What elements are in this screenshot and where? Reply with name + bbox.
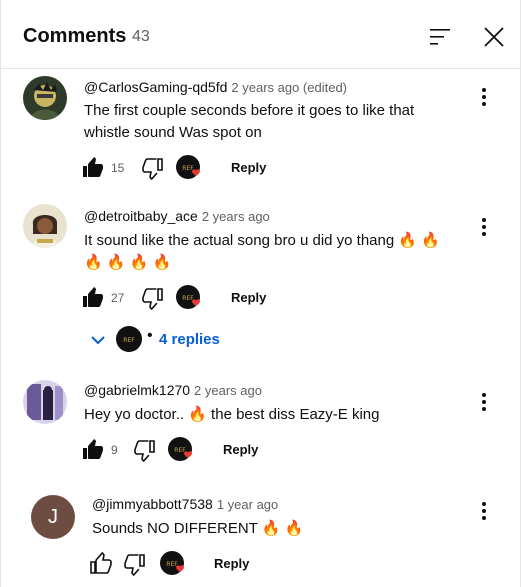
comment-time[interactable]: 2 years ago [202, 209, 270, 224]
comments-panel: Comments 43 @CarlosGaming-qd5fd 2 years … [0, 0, 521, 587]
thumbs-up-icon [90, 551, 112, 574]
reply-button[interactable]: Reply [214, 556, 249, 571]
comments-count: 43 [132, 28, 150, 45]
comment-header: @jimmyabbott7538 1 year ago [92, 496, 278, 512]
comment-header: @detroitbaby_ace 2 years ago [84, 208, 270, 224]
chevron-down-icon [91, 336, 105, 345]
dislike-button[interactable] [133, 438, 157, 467]
avatar[interactable] [23, 76, 67, 120]
comment-text: Hey yo doctor.. 🔥 the best diss Eazy-E k… [84, 406, 380, 423]
like-button[interactable] [81, 438, 105, 467]
comment-header: @CarlosGaming-qd5fd 2 years ago (edited) [84, 79, 347, 95]
thumbs-up-icon [83, 287, 103, 307]
comments-title: Comments [23, 25, 127, 47]
avatar[interactable]: J [31, 495, 75, 539]
comment-actions: 9 REF Reply [81, 436, 311, 466]
like-count: 9 [111, 443, 118, 457]
thumbs-down-icon [142, 288, 163, 311]
comment-author[interactable]: @jimmyabbott7538 [92, 496, 213, 512]
avatar[interactable] [23, 380, 67, 424]
reply-button[interactable]: Reply [231, 290, 266, 305]
avatar-image [23, 76, 67, 120]
comment-actions: 27 REF Reply [81, 284, 311, 314]
more-actions-button[interactable] [476, 215, 492, 241]
thumbs-up-icon [83, 439, 103, 459]
comment-author[interactable]: @detroitbaby_ace [84, 208, 198, 224]
like-button[interactable] [89, 551, 113, 581]
avatar-image [23, 380, 67, 424]
like-button[interactable] [81, 286, 105, 315]
avatar-image [23, 204, 67, 248]
comment-text: Sounds NO DIFFERENT 🔥 🔥 [92, 520, 304, 537]
close-icon [484, 27, 504, 47]
more-vert-icon [476, 218, 492, 236]
comment-actions: 15 REF Reply [81, 154, 311, 184]
replies-count-label: 4 replies [159, 331, 220, 348]
comment-text: The first couple seconds before it goes … [84, 102, 415, 141]
like-count: 15 [111, 161, 125, 175]
comment-actions: REF Reply [89, 550, 319, 580]
creator-heart-icon: REF [175, 154, 205, 184]
comment-time[interactable]: 2 years ago (edited) [231, 80, 347, 95]
dislike-button[interactable] [141, 156, 165, 185]
dislike-button[interactable] [123, 552, 147, 581]
creator-heart-icon: REF [175, 284, 205, 314]
more-actions-button[interactable] [476, 499, 492, 525]
comment-time[interactable]: 2 years ago [194, 383, 262, 398]
thumbs-down-icon [134, 440, 155, 463]
thumbs-up-icon [83, 157, 103, 177]
more-actions-button[interactable] [476, 85, 492, 111]
avatar[interactable] [23, 204, 67, 248]
comment-header: @gabrielmk1270 2 years ago [84, 382, 262, 398]
comments-header: Comments 43 [1, 0, 521, 69]
close-button[interactable] [481, 24, 507, 50]
replies-separator: • [147, 327, 153, 344]
reply-button[interactable]: Reply [231, 160, 266, 175]
dislike-button[interactable] [141, 286, 165, 315]
thumbs-down-icon [124, 554, 145, 577]
like-count: 27 [111, 291, 125, 305]
svg-text:REF: REF [123, 337, 135, 344]
replies-toggle-button[interactable]: REF • 4 replies [89, 323, 289, 357]
comment-time[interactable]: 1 year ago [217, 497, 278, 512]
sort-icon [430, 29, 450, 45]
thumbs-down-icon [142, 158, 163, 181]
reply-button[interactable]: Reply [223, 442, 258, 457]
more-actions-button[interactable] [476, 390, 492, 416]
creator-avatar-icon: REF [115, 325, 143, 353]
sort-button[interactable] [427, 24, 453, 50]
more-vert-icon [476, 502, 492, 520]
avatar-letter: J [48, 505, 58, 528]
like-button[interactable] [81, 156, 105, 185]
comment-author[interactable]: @gabrielmk1270 [84, 382, 190, 398]
comment-text: It sound like the actual song bro u did … [84, 232, 440, 271]
more-vert-icon [476, 393, 492, 411]
creator-heart-icon: REF [167, 436, 197, 466]
creator-heart-icon: REF [159, 550, 189, 580]
comment-author[interactable]: @CarlosGaming-qd5fd [84, 79, 227, 95]
more-vert-icon [476, 88, 492, 106]
